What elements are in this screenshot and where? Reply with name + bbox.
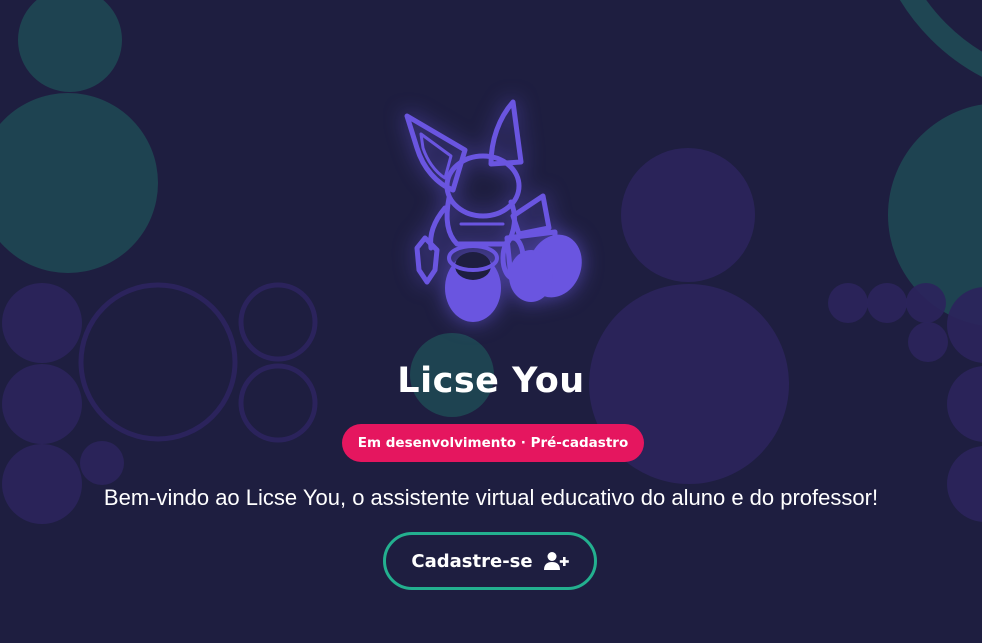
landing-page: Licse You Em desenvolvimento · Pré-cadas… <box>0 0 982 643</box>
status-badge: Em desenvolvimento · Pré-cadastro <box>342 424 644 462</box>
signup-button-label: Cadastre-se <box>411 550 533 572</box>
welcome-subtitle: Bem-vindo ao Licse You, o assistente vir… <box>103 485 879 510</box>
app-title: Licse You <box>397 361 585 401</box>
signup-button[interactable]: Cadastre-se <box>383 532 597 590</box>
rabbit-robot-mascot-icon <box>404 99 582 322</box>
user-plus-icon <box>543 552 569 570</box>
